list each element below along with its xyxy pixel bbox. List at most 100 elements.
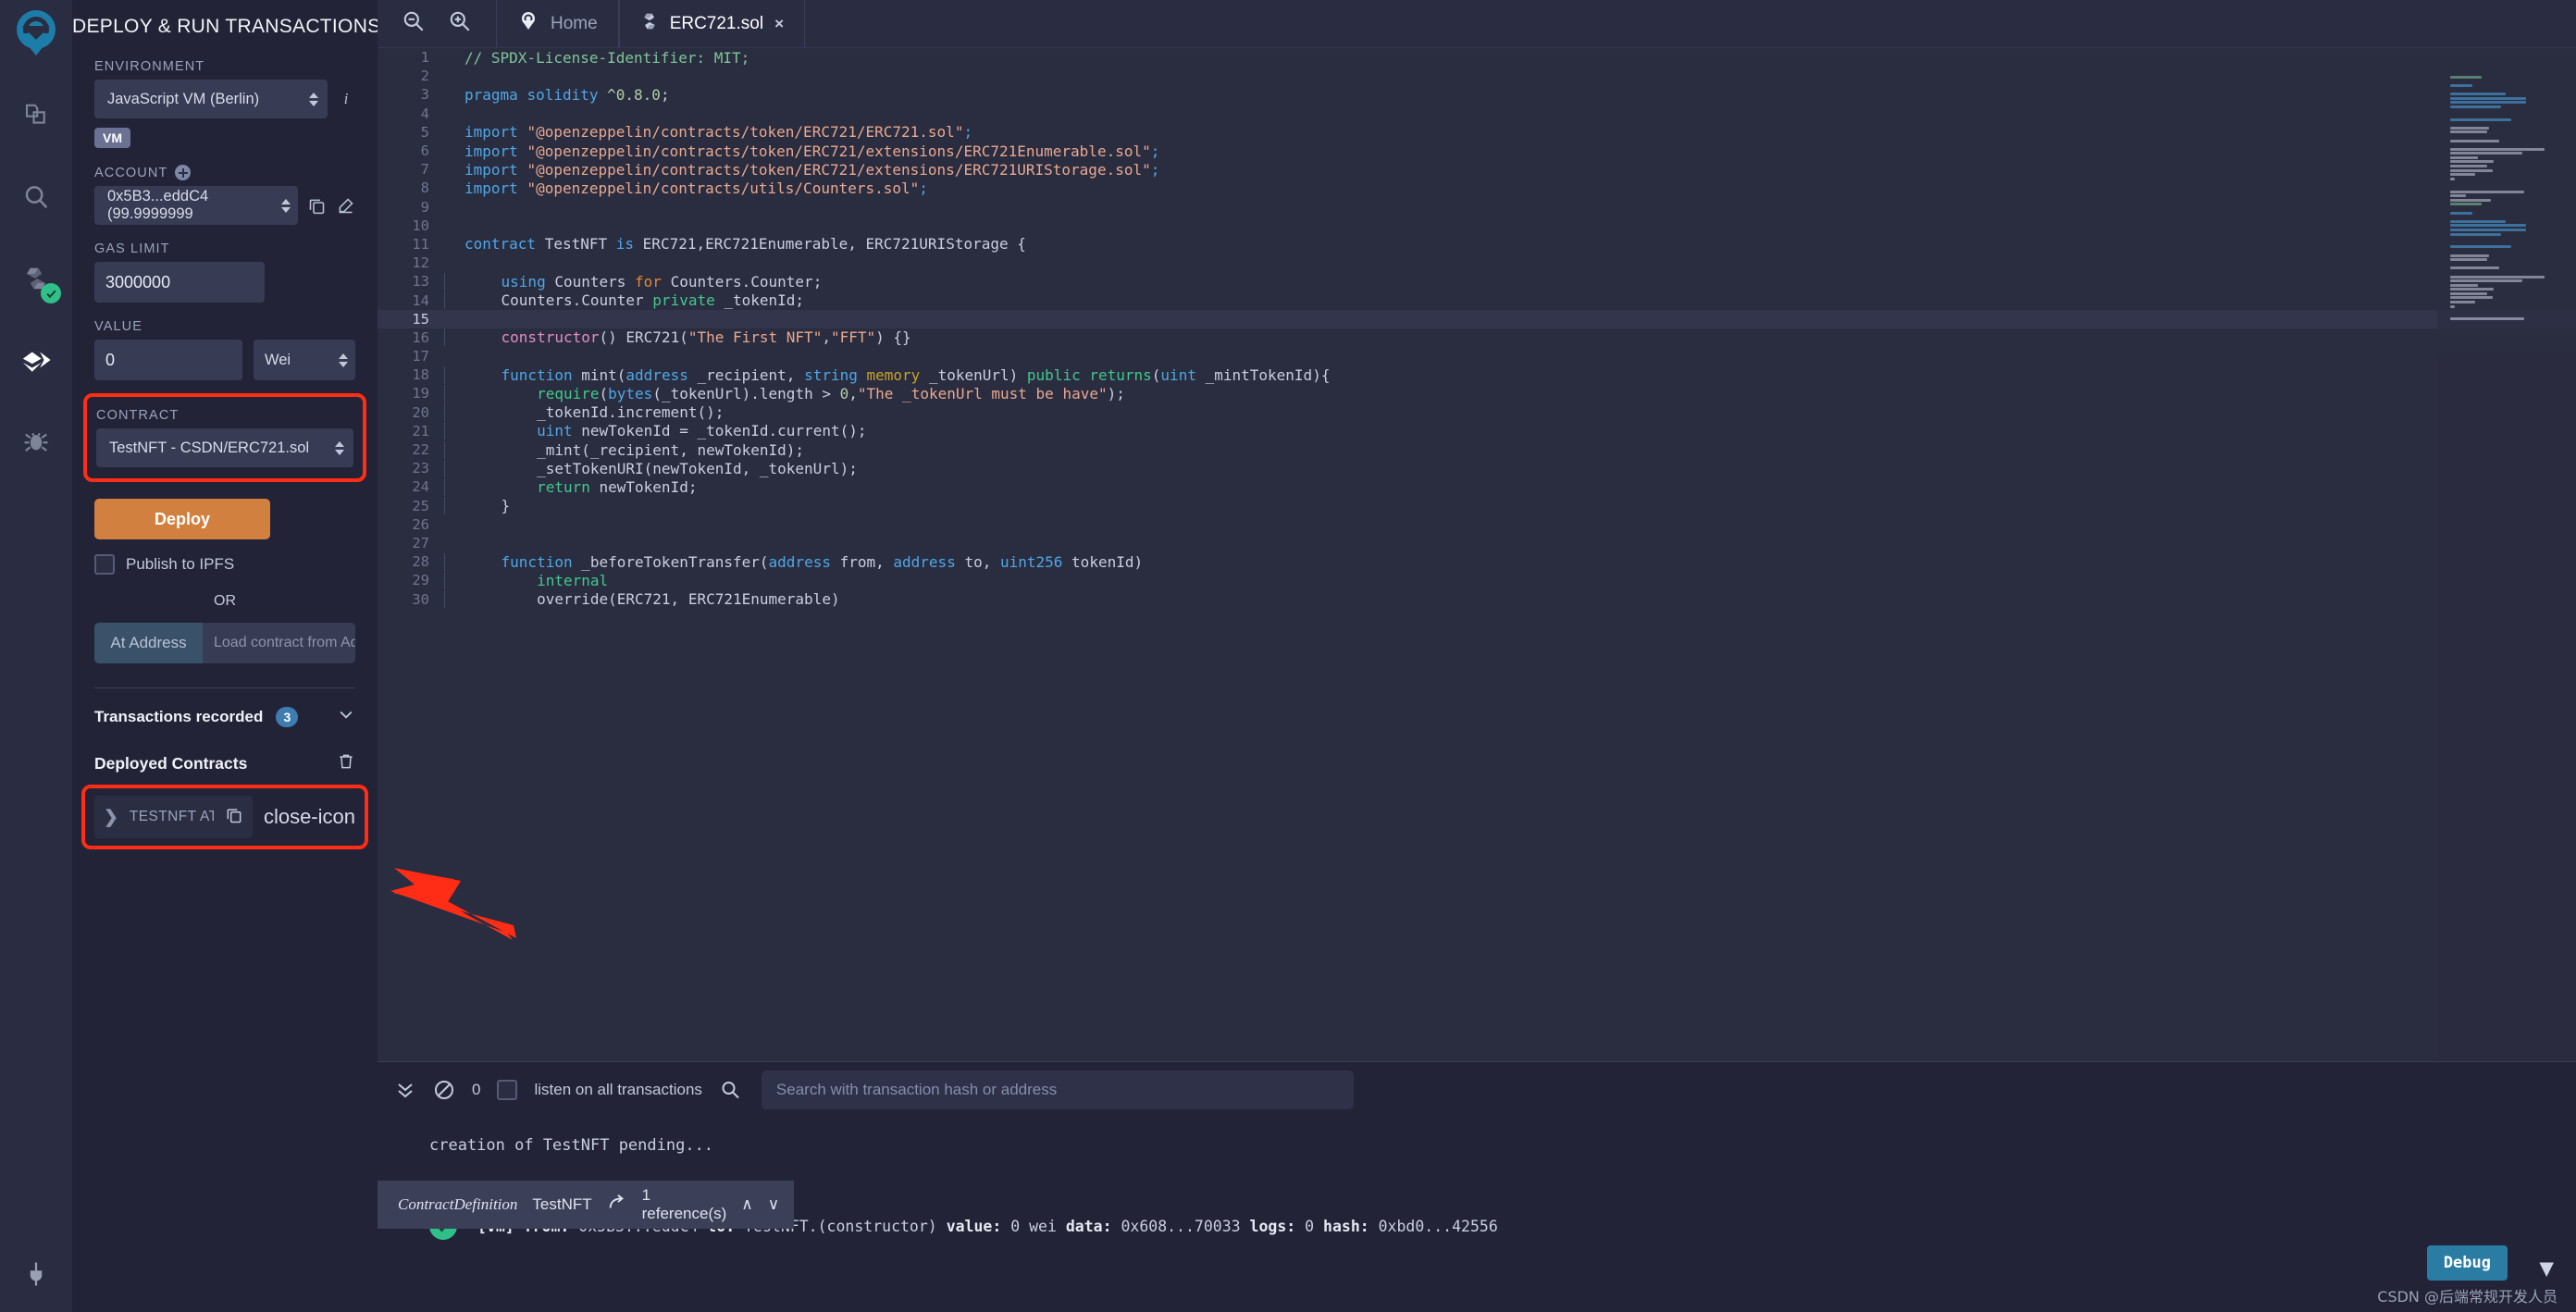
listen-all-checkbox[interactable] [497,1080,518,1100]
deployed-contract-item[interactable]: ❯ TESTNFT AT 0XF8E...9FBE8 (MEMOR [94,796,253,838]
minimap-line [2450,139,2499,142]
account-select[interactable]: 0x5B3...eddC4 (99.9999999 [94,186,298,225]
transactions-recorded-label: Transactions recorded [94,707,264,725]
panel-body: ENVIRONMENT JavaScript VM (Berlin) i VM … [72,59,378,849]
tab-home-label: Home [551,13,598,33]
deploy-button[interactable]: Deploy [94,499,270,539]
code-text: import "@openzeppelin/contracts/token/ER… [464,142,1160,160]
close-icon[interactable]: close-icon [264,805,355,829]
minimap-line [2450,245,2512,249]
editor-tabbar: Home ERC721.sol × [378,0,2576,48]
reference-count[interactable]: 1 reference(s) [642,1186,727,1223]
deployed-contracts-row: Deployed Contracts [94,752,355,775]
chevron-up-icon[interactable]: ∧ [741,1195,752,1214]
sidebar-item-deploy-run[interactable] [7,331,65,389]
chevron-updown-icon[interactable] [328,440,344,455]
at-address-button[interactable]: At Address [94,623,203,663]
value-input[interactable]: 0 [94,340,242,380]
plus-circle-icon[interactable] [175,165,192,180]
code-text: Counters.Counter private _tokenId; [444,291,804,310]
code-editor[interactable]: 1 // SPDX-License-Identifier: MIT; 2 3 pragm… [378,48,2576,1140]
line-number: 19 [412,385,429,402]
deploy-run-panel: DEPLOY & RUN TRANSACTIONS ENVIRONMENT Ja… [72,0,378,1312]
sidebar-item-solidity-compiler[interactable] [7,250,65,307]
contract-select[interactable]: TestNFT - CSDN/ERC721.sol [96,428,353,467]
publish-ipfs-checkbox[interactable] [94,554,115,575]
at-address-input[interactable]: Load contract from Addres [203,623,355,663]
chevron-double-down-icon[interactable]: ▼ [2539,1256,2554,1281]
editor-scrollbar[interactable] [2561,48,2576,1140]
editor-area: Home ERC721.sol × 1 // SPDX-License-Ident… [378,0,2576,1312]
minimap-line [2450,155,2479,159]
chevron-updown-icon[interactable] [274,198,291,213]
minimap-line [2450,101,2526,105]
chevrons-down-icon[interactable] [394,1079,416,1101]
zoom-in-icon[interactable] [448,9,472,38]
tab-close-icon[interactable]: × [774,15,784,33]
minimap-line [2450,291,2487,295]
line-number: 17 [412,348,429,365]
pending-count: 0 [472,1081,481,1098]
code-line: 21 uint newTokenId = _tokenId.current(); [378,422,2576,440]
minimap-line [2450,173,2476,177]
sidebar-item-search[interactable] [7,168,65,226]
code-text: function _beforeTokenTransfer(address fr… [444,552,1143,571]
value-row: 0 Wei [94,340,355,380]
minimap-line [2450,147,2545,151]
chevron-updown-icon[interactable] [331,353,348,367]
minimap-line [2450,288,2495,291]
line-number: 6 [420,142,429,160]
code-line: 12 [378,254,2576,272]
sidebar-item-file-explorers[interactable] [7,87,65,144]
gas-limit-input[interactable]: 3000000 [94,262,265,303]
environment-select[interactable]: JavaScript VM (Berlin) [94,80,328,118]
line-number: 18 [412,366,429,384]
vm-badge: VM [94,128,130,148]
value-unit-select[interactable]: Wei [253,340,355,380]
arrow-goto-icon[interactable] [607,1193,627,1218]
chevron-down-icon[interactable]: ∨ [768,1195,779,1214]
minimap-line [2450,83,2473,87]
terminal-search-input[interactable]: Search with transaction hash or address [761,1071,1354,1109]
edit-icon[interactable] [336,196,355,216]
minimap-line [2450,92,2506,95]
editor-minimap[interactable] [2437,48,2576,1140]
account-row: 0x5B3...eddC4 (99.9999999 [94,186,355,225]
zoom-out-icon[interactable] [402,9,426,38]
line-number: 25 [412,497,429,514]
publish-ipfs-row[interactable]: Publish to IPFS [94,554,355,575]
environment-value: JavaScript VM (Berlin) [107,90,260,107]
copy-icon[interactable] [225,806,243,829]
remix-ide-window: DEPLOY & RUN TRANSACTIONS ENVIRONMENT Ja… [0,0,2576,1312]
minimap-line [2450,232,2501,236]
no-entry-icon[interactable] [433,1079,455,1101]
code-text: override(ERC721, ERC721Enumerable) [444,590,840,609]
chevron-updown-icon[interactable] [302,92,318,106]
chevron-down-icon[interactable] [337,705,355,728]
line-number: 21 [412,422,429,439]
info-icon[interactable]: i [337,90,355,108]
sidebar-item-plugin-manager[interactable] [0,1260,72,1288]
code-line: 17 [378,347,2576,365]
minimap-line [2450,194,2466,198]
search-icon[interactable] [719,1079,741,1101]
code-text: import "@openzeppelin/contracts/token/ER… [464,123,973,142]
line-number: 15 [412,310,429,328]
code-text: uint newTokenId = _tokenId.current(); [444,422,866,440]
sidebar-item-debugger[interactable] [7,413,65,470]
trash-icon[interactable] [337,752,355,775]
code-line: 29 internal [378,571,2576,589]
code-line: 8 import "@openzeppelin/contracts/utils/C… [378,179,2576,197]
code-text: using Counters for Counters.Counter; [444,272,822,291]
remix-logo-icon[interactable] [7,6,65,63]
transactions-recorded-row[interactable]: Transactions recorded 3 [94,688,355,728]
debug-button[interactable]: Debug [2426,1245,2508,1281]
account-label-text: ACCOUNT [94,165,168,180]
chevron-right-icon[interactable]: ❯ [104,807,118,828]
line-number: 10 [412,217,429,234]
copy-icon[interactable] [307,196,327,216]
tab-erc721-sol[interactable]: ERC721.sol × [618,0,806,47]
line-number: 27 [412,534,429,551]
code-line: 18 function mint(address _recipient, str… [378,365,2576,384]
tab-home[interactable]: Home [496,0,619,47]
